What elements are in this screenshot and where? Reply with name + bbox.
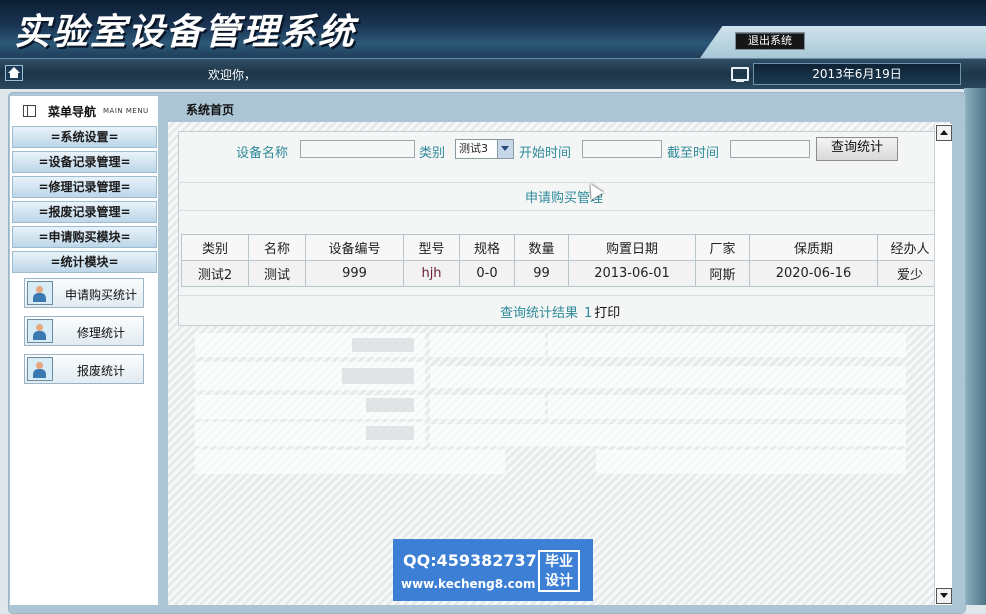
background-block [366, 398, 414, 412]
watermark-url: www.kecheng8.com [401, 577, 536, 591]
purchase-stats-button[interactable]: 申请购买统计 [24, 278, 144, 308]
scroll-up-icon[interactable] [936, 125, 952, 141]
result-count: 1 [584, 306, 593, 321]
cell-category: 测试2 [181, 260, 249, 287]
col-spec: 规格 [459, 234, 515, 261]
result-label: 查询统计结果 [500, 306, 579, 321]
cell-quantity: 99 [514, 260, 569, 287]
user-icon [27, 319, 53, 343]
vertical-scrollbar[interactable] [934, 124, 952, 605]
background-block [366, 426, 414, 440]
sidebar-item-scrap-records[interactable]: =报废记录管理= [12, 201, 157, 223]
col-name: 名称 [248, 234, 306, 261]
watermark-qq: QQ:459382737 [403, 551, 537, 570]
repair-stats-button[interactable]: 修理统计 [24, 316, 144, 346]
table-header-row: 类别 名称 设备编号 型号 规格 数量 购置日期 厂家 保质期 经办人 [181, 234, 943, 261]
background-block [430, 333, 545, 357]
background-block [430, 424, 906, 446]
divider [179, 295, 936, 296]
background-block [352, 338, 414, 352]
background-block [596, 450, 906, 474]
cell-purchase-date: 2013-06-01 [568, 260, 696, 287]
cell-warranty: 2020-06-16 [749, 260, 878, 287]
purchase-stats-label: 申请购买统计 [64, 288, 137, 302]
divider [179, 182, 936, 183]
cell-manufacturer: 阿斯 [695, 260, 750, 287]
background-block [430, 366, 906, 388]
device-name-input[interactable] [300, 140, 415, 158]
category-selected-value: 测试3 [459, 142, 488, 155]
sidebar-item-purchase-module[interactable]: =申请购买模块= [12, 226, 157, 248]
current-date: 2013年6月19日 [753, 63, 961, 85]
watermark-banner: QQ:459382737 www.kecheng8.com 毕业 设计 [393, 539, 593, 601]
query-stats-button[interactable]: 查询统计 [816, 137, 898, 161]
col-handler: 经办人 [877, 234, 943, 261]
col-purchase-date: 购置日期 [568, 234, 696, 261]
start-time-label: 开始时间 [519, 146, 572, 161]
divider [179, 210, 936, 211]
category-select[interactable]: 测试3 [455, 139, 514, 159]
monitor-icon [731, 67, 749, 82]
start-time-input[interactable] [582, 140, 662, 158]
user-icon [27, 281, 53, 305]
background-block [342, 368, 414, 384]
cell-spec: 0-0 [459, 260, 515, 287]
sidebar-item-statistics-module[interactable]: =统计模块= [12, 251, 157, 273]
scrap-stats-label: 报废统计 [76, 364, 125, 378]
sidebar-item-device-records[interactable]: =设备记录管理= [12, 151, 157, 173]
table-row: 测试2 测试 999 hjh 0-0 99 2013-06-01 阿斯 2020… [181, 260, 943, 287]
watermark-badge: 毕业 设计 [538, 550, 580, 592]
cell-handler: 爱少 [877, 260, 943, 287]
col-device-no: 设备编号 [305, 234, 404, 261]
page-title: 系统首页 [186, 103, 235, 117]
background-block [548, 395, 906, 419]
cell-device-no: 999 [305, 260, 404, 287]
scroll-down-icon[interactable] [936, 588, 952, 604]
chevron-down-icon[interactable] [497, 140, 513, 158]
scrap-stats-button[interactable]: 报废统计 [24, 354, 144, 384]
background-block [430, 395, 545, 419]
sidebar-item-repair-records[interactable]: =修理记录管理= [12, 176, 157, 198]
col-model: 型号 [403, 234, 460, 261]
app-header: 实验室设备管理系统 [0, 0, 986, 58]
device-name-label: 设备名称 [236, 146, 289, 161]
col-quantity: 数量 [514, 234, 569, 261]
print-link[interactable]: 打印 [594, 306, 620, 321]
end-time-input[interactable] [730, 140, 810, 158]
badge-line-2: 设计 [545, 573, 573, 589]
user-icon [27, 357, 53, 381]
sidebar-item-system-settings[interactable]: =系统设置= [12, 126, 157, 148]
col-warranty: 保质期 [749, 234, 878, 261]
sidebar-subtitle: MAIN MENU [103, 107, 149, 115]
repair-stats-label: 修理统计 [76, 326, 125, 340]
col-category: 类别 [181, 234, 249, 261]
menu-icon [23, 105, 36, 117]
results-table: 类别 名称 设备编号 型号 规格 数量 购置日期 厂家 保质期 经办人 测试2 … [181, 234, 943, 287]
background-block [548, 333, 906, 357]
result-summary: 查询统计结果 1 打印 [500, 302, 620, 321]
category-label: 类别 [419, 146, 446, 161]
welcome-text: 欢迎你， [208, 68, 257, 82]
home-icon[interactable] [5, 65, 23, 81]
sidebar-header: 菜单导航 MAIN MENU [12, 98, 158, 122]
app-logo-title: 实验室设备管理系统 [14, 11, 357, 53]
window-edge [964, 88, 986, 605]
top-nav-bar: 欢迎你， 2013年6月19日 [0, 58, 986, 89]
end-time-label: 截至时间 [667, 146, 720, 161]
cell-name: 测试 [248, 260, 306, 287]
col-manufacturer: 厂家 [695, 234, 750, 261]
sidebar-title: 菜单导航 [48, 105, 97, 119]
logout-button[interactable]: 退出系统 [735, 32, 805, 50]
badge-line-1: 毕业 [545, 554, 573, 570]
cell-model: hjh [403, 260, 460, 287]
background-block [195, 450, 505, 474]
